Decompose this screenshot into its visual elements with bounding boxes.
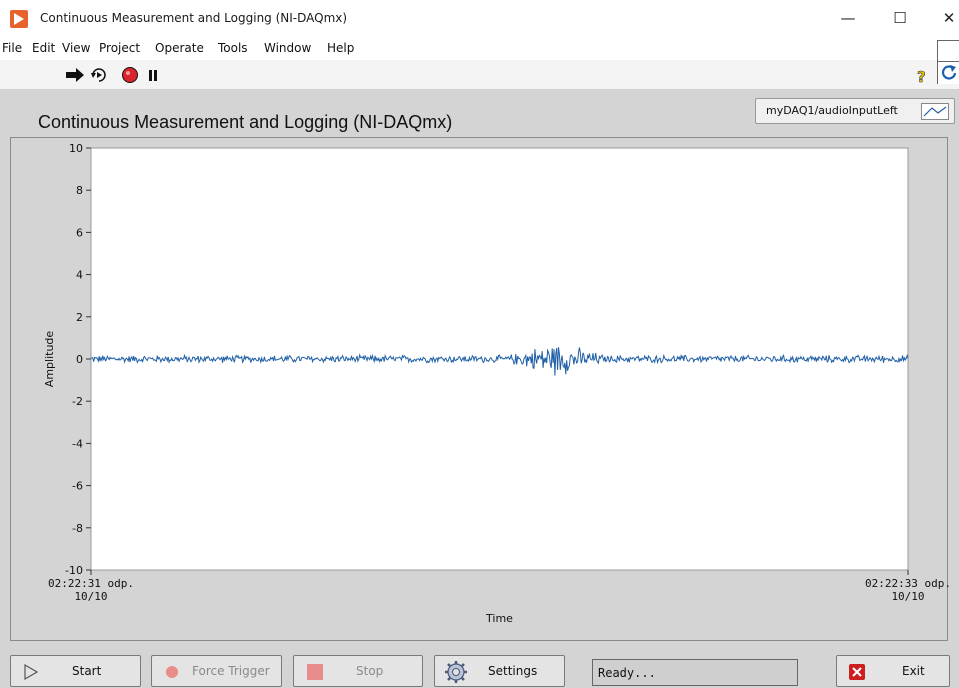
y-tick-label: 2: [76, 311, 83, 324]
y-tick-label: 10: [69, 142, 83, 155]
force-trigger-label: Force Trigger: [192, 664, 270, 678]
settings-gear-icon: [445, 661, 467, 683]
x-tick-label-time: 02:22:33 odp.: [865, 577, 949, 590]
y-tick-label: -8: [72, 522, 83, 535]
menu-file[interactable]: File: [2, 41, 22, 55]
y-tick-label: -4: [72, 437, 83, 450]
y-tick-label: 0: [76, 353, 83, 366]
y-tick-label: -2: [72, 395, 83, 408]
y-tick-label: 4: [76, 269, 83, 282]
menu-bar: File Edit View Project Operate Tools Win…: [0, 38, 959, 60]
minimize-button[interactable]: —: [828, 4, 868, 32]
force-trigger-button[interactable]: Force Trigger: [151, 655, 282, 687]
waveform-chart[interactable]: 10 8 6 4 2 0 -2 -4 -6 -8 -10 Amplitude 02:22:31 odp.…: [11, 138, 949, 642]
status-text: Ready...: [598, 666, 656, 680]
pause-icon[interactable]: [147, 67, 159, 86]
stop-square-icon: [307, 664, 323, 680]
front-panel: Continuous Measurement and Logging (NI-D…: [0, 90, 959, 688]
labview-app-icon: [10, 10, 28, 28]
menu-project[interactable]: Project: [99, 41, 140, 55]
menu-window[interactable]: Window: [264, 41, 311, 55]
start-button[interactable]: Start: [10, 655, 141, 687]
y-tick-label: -10: [65, 564, 83, 577]
menu-operate[interactable]: Operate: [155, 41, 204, 55]
panel-title: Continuous Measurement and Logging (NI-D…: [38, 112, 453, 132]
plot-legend-icon[interactable]: [921, 103, 949, 120]
run-arrow-icon[interactable]: [66, 67, 86, 86]
status-indicator: Ready...: [592, 659, 798, 686]
menu-edit[interactable]: Edit: [32, 41, 55, 55]
abort-icon[interactable]: [121, 67, 139, 86]
run-continuously-icon[interactable]: [90, 67, 110, 86]
y-tick-label: -6: [72, 480, 83, 493]
refresh-icon[interactable]: [941, 63, 957, 84]
settings-button[interactable]: Settings: [434, 655, 565, 687]
window-title: Continuous Measurement and Logging (NI-D…: [40, 11, 348, 25]
settings-label: Settings: [488, 664, 538, 678]
menu-help[interactable]: Help: [327, 41, 354, 55]
menu-view[interactable]: View: [62, 41, 90, 55]
svg-text:?: ?: [917, 68, 926, 85]
context-help-icon[interactable]: ?: [914, 67, 930, 88]
y-axis-label: Amplitude: [43, 331, 56, 388]
menu-tools[interactable]: Tools: [218, 41, 248, 55]
maximize-button[interactable]: ☐: [880, 4, 920, 32]
channel-name: myDAQ1/audioInputLeft: [766, 104, 898, 117]
trigger-dot-icon: [166, 666, 178, 678]
x-tick-label-date: 10/10: [891, 590, 924, 603]
x-tick-label-date: 10/10: [74, 590, 107, 603]
exit-button[interactable]: Exit: [836, 655, 950, 687]
x-axis-label: Time: [485, 612, 513, 625]
waveform-graph[interactable]: 10 8 6 4 2 0 -2 -4 -6 -8 -10 Amplitude 02:22:31 odp.…: [10, 137, 949, 642]
vi-icon-pane: [937, 40, 959, 84]
toolbar: ?: [0, 60, 959, 90]
exit-x-icon: [849, 664, 865, 680]
stop-label: Stop: [356, 664, 384, 678]
start-label: Start: [72, 664, 102, 678]
close-button[interactable]: ✕: [929, 4, 959, 32]
channel-selector[interactable]: myDAQ1/audioInputLeft: [755, 98, 955, 124]
window-title-bar: Continuous Measurement and Logging (NI-D…: [0, 0, 959, 38]
y-tick-label: 6: [76, 226, 83, 239]
start-play-icon: [24, 664, 38, 680]
x-tick-label-time: 02:22:31 odp.: [48, 577, 134, 590]
exit-label: Exit: [902, 664, 925, 678]
stop-button[interactable]: Stop: [293, 655, 423, 687]
y-tick-label: 8: [76, 184, 83, 197]
